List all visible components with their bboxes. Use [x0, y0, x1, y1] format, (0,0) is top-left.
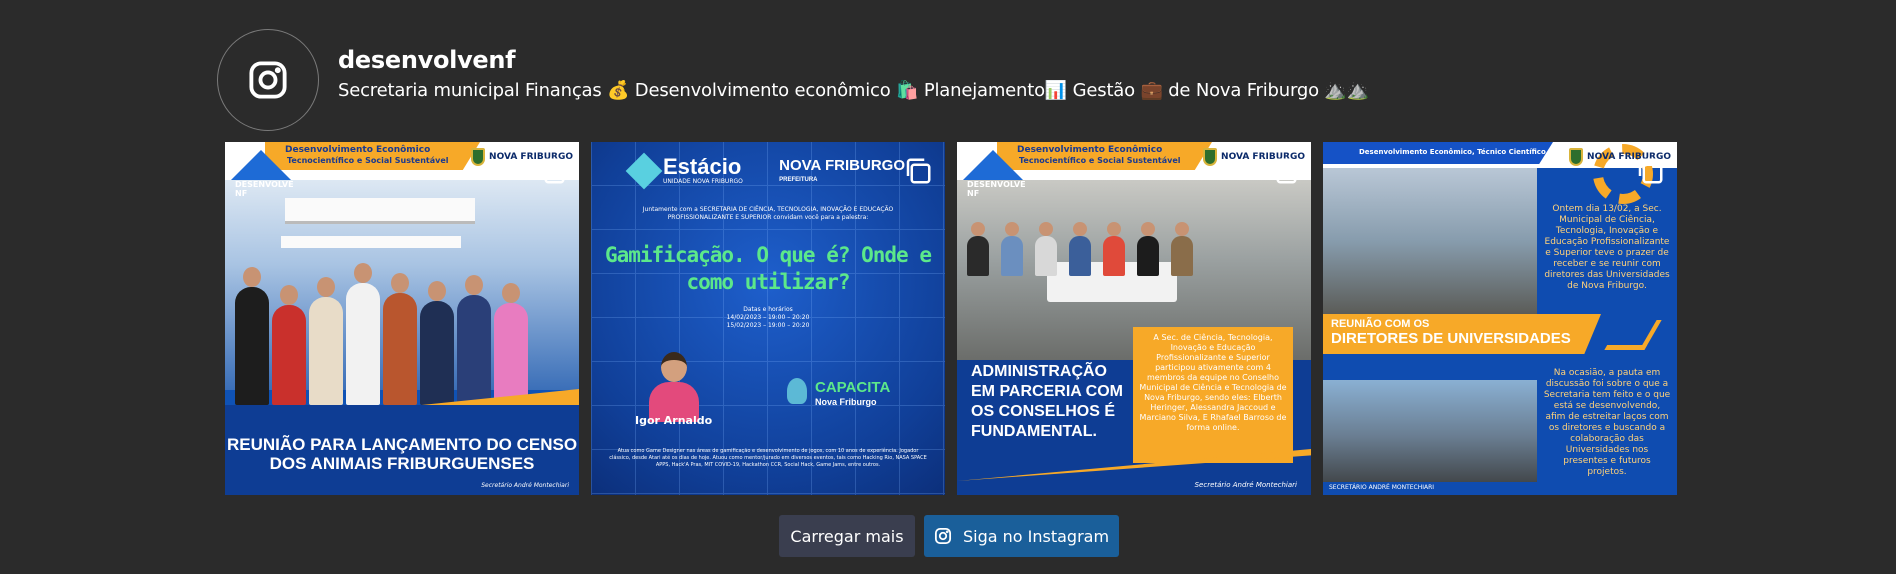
post-photo: [1323, 168, 1537, 314]
post-text-1: Ontem dia 13/02, a Sec. Municipal de Ciê…: [1544, 204, 1670, 291]
follow-label: Siga no Instagram: [962, 526, 1110, 546]
carousel-icon: [540, 158, 565, 184]
speaker-name: Igor Arnaldo: [635, 414, 713, 427]
estacio-logo: Estácio UNIDADE NOVA FRIBURGO: [625, 152, 743, 189]
profile-bio: Secretaria municipal Finanças 💰 Desenvol…: [338, 79, 1369, 101]
follow-instagram-button[interactable]: Siga no Instagram: [924, 515, 1119, 557]
post-signature: Secretário André Montechiari: [481, 482, 569, 489]
desenvolve-nf-logo: DESENVOLVE NF: [231, 150, 301, 198]
city-logo: NOVA FRIBURGO PREFEITURA: [779, 157, 905, 183]
post-title-banner: REUNIÃO COM OS DIRETORES DE UNIVERSIDADE…: [1323, 314, 1601, 354]
meeting-photo: [967, 236, 1193, 276]
post-textbox: A Sec. de Ciência, Tecnologia, Inovação …: [1133, 327, 1293, 463]
post-1[interactable]: Desenvolvimento Econômico Tecnocientífic…: [225, 142, 579, 495]
feed-actions: Carregar mais Siga no Instagram: [779, 515, 1119, 557]
arrow-icon: [1604, 320, 1662, 350]
profile-avatar[interactable]: [217, 29, 319, 131]
post-headline: ADMINISTRAÇÃO EM PARCERIA COM OS CONSELH…: [971, 363, 1123, 440]
profile-header: desenvolvenf Secretaria municipal Finanç…: [217, 29, 1369, 131]
instagram-icon: [249, 61, 287, 99]
carousel-icon: [906, 158, 931, 184]
post-photo-2: [1323, 380, 1537, 482]
instagram-icon: [934, 527, 951, 545]
posts-grid: Desenvolvimento Econômico Tecnocientífic…: [225, 142, 1677, 495]
capacita-logo: CAPACITA Nova Friburgo: [815, 379, 891, 407]
post-signature: SECRETÁRIO ANDRÉ MONTECHIARI: [1329, 484, 1435, 491]
banner-line1: Desenvolvimento Econômico: [1017, 145, 1163, 155]
post-dates: Datas e horários 14/02/2023 – 19:00 – 20…: [726, 306, 810, 329]
banner-line2: Tecnocientífico e Social Sustentável: [287, 156, 449, 165]
city-crest-icon: [471, 148, 486, 166]
post-text-2: Na ocasião, a pauta em discussão foi sob…: [1543, 368, 1671, 477]
speaker-photo: [649, 352, 701, 422]
load-more-button[interactable]: Carregar mais: [779, 515, 915, 557]
post-2[interactable]: Estácio UNIDADE NOVA FRIBURGO NOVA FRIBU…: [591, 142, 945, 495]
profile-username[interactable]: desenvolvenf: [338, 45, 1369, 75]
city-crest-icon: [1569, 148, 1584, 166]
post-3[interactable]: Desenvolvimento Econômico Tecnocientífic…: [957, 142, 1311, 495]
desenvolve-nf-logo: DESENVOLVE NF: [963, 150, 1033, 198]
speaker-bio: Atua como Game Designer nas áreas de gam…: [609, 448, 927, 468]
city-crest-icon: [1203, 148, 1218, 166]
post-intro: Juntamente com a SECRETARIA DE CIÊNCIA, …: [642, 206, 894, 221]
post-headline: Gamificação. O que é? Onde e como utiliz…: [604, 243, 932, 294]
banner-line1: Desenvolvimento Econômico: [285, 145, 431, 155]
carousel-icon: [1272, 158, 1297, 184]
post-caption: REUNIÃO PARA LANÇAMENTO DO CENSO DOS ANI…: [226, 435, 578, 473]
group-photo: [235, 263, 528, 405]
post-signature: Secretário André Montechiari: [1194, 481, 1297, 489]
post-4[interactable]: Desenvolvimento Econômico, Técnico Cient…: [1323, 142, 1677, 495]
estacio-diamond-icon: [625, 152, 663, 189]
banner-line2: Tecnocientífico e Social Sustentável: [1019, 156, 1181, 165]
carousel-icon: [1638, 158, 1663, 184]
